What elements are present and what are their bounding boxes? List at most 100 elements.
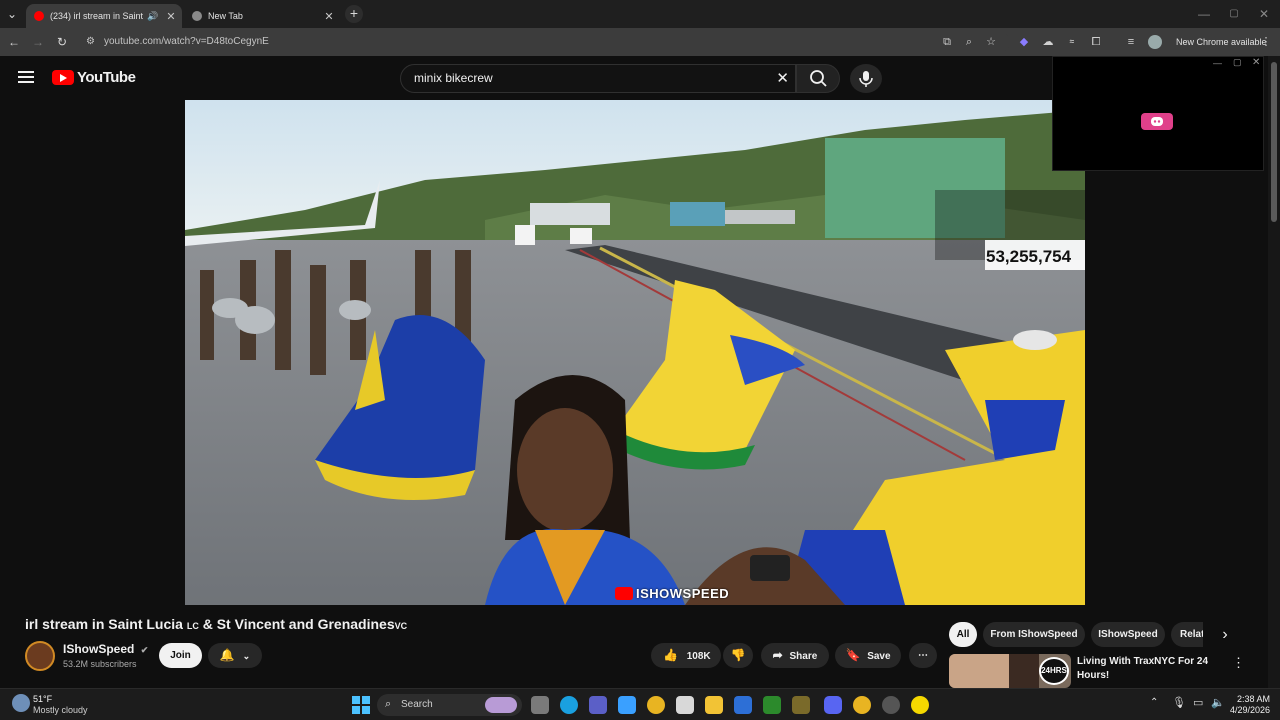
- extension-icon[interactable]: ◆: [1017, 35, 1031, 49]
- popup-minimize-icon[interactable]: —: [1213, 58, 1222, 68]
- chip-ishowspeed[interactable]: IShowSpeed: [1091, 622, 1165, 647]
- youtube-favicon-icon: [34, 11, 44, 21]
- youtube-logo[interactable]: YouTube: [52, 69, 136, 86]
- app-c-icon[interactable]: [734, 696, 752, 714]
- open-in-app-icon[interactable]: ⧉: [940, 35, 954, 49]
- flag-code-lc: LC: [186, 621, 199, 631]
- chrome-favicon-icon: [192, 11, 202, 21]
- recommendation-title[interactable]: Living With TraxNYC For 24 Hours!: [1077, 655, 1227, 683]
- chip-related[interactable]: Relat: [1171, 622, 1203, 647]
- windows-start-icon[interactable]: [352, 696, 370, 714]
- weather-temp[interactable]: 51°F: [33, 694, 52, 704]
- share-label: Share: [789, 651, 818, 662]
- channel-name[interactable]: IShowSpeed ✔: [63, 642, 148, 656]
- media-controls-icon[interactable]: ≡: [1124, 35, 1138, 49]
- chrome-menu-icon[interactable]: ⋮: [1259, 35, 1273, 49]
- tab-title: (234) irl stream in Saint Luc: [50, 11, 146, 21]
- tab-title: New Tab: [208, 11, 243, 21]
- edge-browser-icon[interactable]: [560, 696, 578, 714]
- tray-microphone-icon[interactable]: 🎙: [1172, 696, 1186, 709]
- minimize-window-icon[interactable]: —: [1196, 6, 1212, 22]
- teams-icon[interactable]: [589, 696, 607, 714]
- floating-popup-window[interactable]: — ▢ ✕: [1052, 56, 1264, 171]
- chip-all[interactable]: All: [949, 622, 977, 647]
- tab-youtube[interactable]: (234) irl stream in Saint Luc 🔊 ✕: [26, 4, 182, 28]
- maximize-window-icon[interactable]: ▢: [1226, 6, 1242, 22]
- new-tab-button[interactable]: +: [345, 5, 363, 23]
- page-scrollbar[interactable]: [1268, 56, 1280, 688]
- clear-search-icon[interactable]: ✕: [776, 65, 789, 92]
- search-input[interactable]: minix bikecrew ✕: [400, 64, 796, 93]
- more-horizontal-icon: ⋯: [918, 650, 928, 661]
- back-icon[interactable]: ←: [6, 34, 22, 50]
- address-bar[interactable]: ⚙ youtube.com/watch?v=D48toCegynE: [80, 32, 1010, 52]
- extensions-puzzle-icon[interactable]: ⧠: [1089, 35, 1103, 49]
- like-count: 108K: [686, 651, 711, 662]
- youtube-play-logo-icon: [615, 586, 633, 600]
- popup-maximize-icon[interactable]: ▢: [1233, 57, 1242, 68]
- weather-description[interactable]: Mostly cloudy: [33, 705, 88, 715]
- microphone-icon: [859, 71, 873, 87]
- tab-new-tab[interactable]: New Tab ✕: [184, 4, 340, 28]
- viewer-count-overlay: 53,255,754: [986, 247, 1072, 266]
- scrollbar-thumb[interactable]: [1271, 62, 1277, 222]
- recommendation-menu-icon[interactable]: ⋮: [1232, 655, 1245, 671]
- chrome-profile-icon[interactable]: [853, 696, 871, 714]
- more-actions-button[interactable]: ⋯: [909, 643, 937, 668]
- chevron-right-icon[interactable]: ›: [1215, 625, 1235, 645]
- close-tab-icon[interactable]: ✕: [164, 10, 178, 23]
- join-button[interactable]: Join: [159, 643, 202, 668]
- discord-taskbar-icon[interactable]: [824, 696, 842, 714]
- save-button[interactable]: 🔖 Save: [835, 643, 901, 668]
- speaker-icon[interactable]: 🔊: [146, 11, 160, 22]
- video-player[interactable]: 53,255,754 ISHOWSPEED: [185, 100, 1085, 605]
- close-tab-icon[interactable]: ✕: [322, 10, 336, 23]
- app-image-icon[interactable]: [792, 696, 810, 714]
- profile-avatar[interactable]: [1148, 35, 1162, 49]
- thumbs-up-icon: 👍: [663, 648, 678, 662]
- thumbnail-badge: 24HRS: [1039, 657, 1069, 685]
- site-info-icon[interactable]: ⚙: [86, 32, 95, 52]
- copilot-icon[interactable]: [618, 696, 636, 714]
- voice-search-button[interactable]: [850, 64, 882, 93]
- video-title-mid: & St Vincent and Grenadines: [198, 616, 395, 632]
- forward-icon[interactable]: →: [30, 34, 46, 50]
- reload-icon[interactable]: ↻: [54, 34, 70, 50]
- taskbar-search-label: Search: [401, 699, 433, 710]
- taskbar-search-box[interactable]: ⌕ Search: [377, 694, 522, 716]
- hamburger-menu-icon[interactable]: [18, 71, 34, 83]
- task-view-icon[interactable]: [531, 696, 549, 714]
- xbox-icon[interactable]: [763, 696, 781, 714]
- clock-time[interactable]: 2:38 AM: [1222, 694, 1270, 704]
- tab-search-icon[interactable]: ⌄: [4, 6, 20, 22]
- youtube-play-logo-icon: [52, 70, 74, 85]
- tray-display-icon[interactable]: ▭: [1193, 696, 1203, 709]
- notification-bell-button[interactable]: 🔔 ⌄: [208, 643, 262, 668]
- settings-gear-icon[interactable]: [882, 696, 900, 714]
- popup-close-icon[interactable]: ✕: [1252, 57, 1260, 68]
- video-title: irl stream in Saint Lucia LC & St Vincen…: [25, 616, 407, 632]
- search-button[interactable]: [796, 64, 840, 93]
- bookmark-star-icon[interactable]: ☆: [984, 35, 998, 49]
- clock-date[interactable]: 4/29/2026: [1222, 705, 1270, 715]
- channel-avatar[interactable]: [25, 641, 55, 671]
- weather-cloud-icon[interactable]: [12, 694, 30, 712]
- store-icon[interactable]: [676, 696, 694, 714]
- discord-icon[interactable]: [1141, 113, 1173, 130]
- share-button[interactable]: ➦ Share: [761, 643, 829, 668]
- snapchat-icon[interactable]: [911, 696, 929, 714]
- recommendation-thumbnail[interactable]: 24HRS: [949, 654, 1071, 688]
- search-icon: [810, 70, 827, 87]
- extension-badge-icon[interactable]: ≈: [1065, 35, 1079, 49]
- like-button[interactable]: 👍 108K: [651, 643, 721, 668]
- bookmark-icon: 🔖: [845, 648, 861, 662]
- close-window-icon[interactable]: ✕: [1256, 6, 1272, 22]
- extension-cloud-icon[interactable]: ☁: [1041, 35, 1055, 49]
- dislike-button[interactable]: 👎: [723, 643, 753, 668]
- chrome-icon[interactable]: [647, 696, 665, 714]
- chip-from-ishowspeed[interactable]: From IShowSpeed: [983, 622, 1085, 647]
- new-chrome-available-button[interactable]: New Chrome available: [1170, 35, 1273, 49]
- file-explorer-icon[interactable]: [705, 696, 723, 714]
- tray-chevron-up-icon[interactable]: ⌃: [1150, 697, 1158, 708]
- zoom-icon[interactable]: ⌕: [962, 35, 976, 49]
